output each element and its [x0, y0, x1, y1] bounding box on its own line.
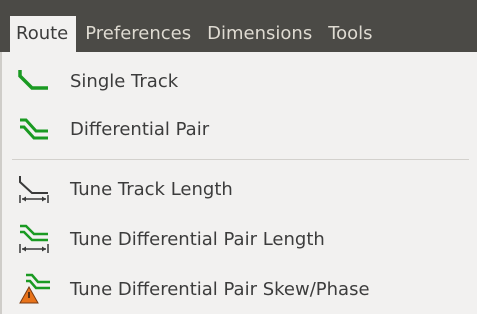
menu-item-tune-track-length[interactable]: Tune Track Length: [0, 166, 470, 212]
menu-item-tune-diff-pair-length[interactable]: Tune Differential Pair Length: [0, 216, 470, 262]
menu-route[interactable]: Route: [10, 16, 77, 52]
tune-diff-pair-length-icon: [16, 223, 52, 255]
tune-track-length-icon: [16, 173, 52, 205]
menu-item-tune-diff-pair-skew[interactable]: Tune Differential Pair Skew/Phase: [0, 266, 470, 312]
differential-pair-icon: [16, 113, 52, 145]
menu-item-label: Tune Track Length: [70, 178, 233, 200]
single-track-icon: [16, 65, 52, 97]
menu-preferences[interactable]: Preferences: [78, 16, 198, 52]
menu-separator: [12, 159, 469, 160]
menu-item-single-track[interactable]: Single Track: [0, 58, 470, 104]
menu-tools[interactable]: Tools: [321, 16, 379, 52]
menu-item-differential-pair[interactable]: Differential Pair: [0, 106, 470, 152]
menu-item-label: Tune Differential Pair Length: [70, 228, 325, 250]
route-dropdown-menu: Single Track Differential Pair Tune Trac…: [0, 52, 477, 314]
menu-item-label: Single Track: [70, 70, 179, 92]
menubar: Route Preferences Dimensions Tools: [0, 0, 477, 52]
tune-diff-pair-skew-icon: [16, 273, 52, 305]
menu-item-label: Differential Pair: [70, 118, 210, 140]
menu-dimensions[interactable]: Dimensions: [200, 16, 319, 52]
menu-item-label: Tune Differential Pair Skew/Phase: [70, 278, 370, 300]
